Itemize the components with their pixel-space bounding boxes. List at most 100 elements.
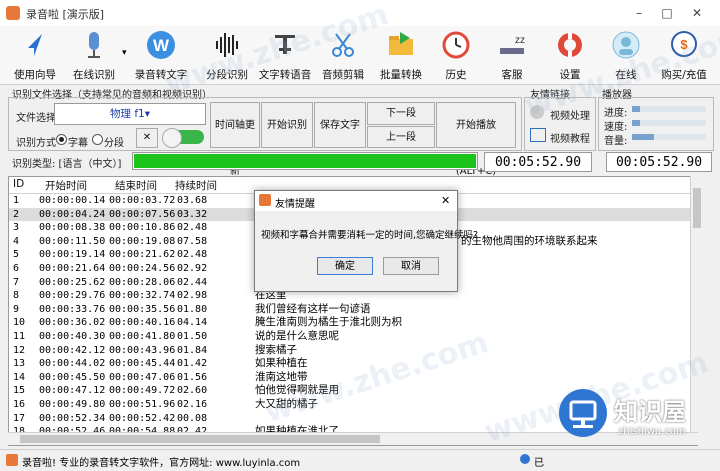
cell-text[interactable]: 说的是什么意思呢 bbox=[255, 330, 339, 344]
mode-subtitle-radio[interactable] bbox=[56, 134, 67, 145]
maximize-button[interactable]: □ bbox=[656, 4, 678, 22]
cell-id: 4 bbox=[13, 235, 20, 247]
volume-slider[interactable] bbox=[632, 134, 706, 140]
toolbar-guide-button[interactable]: 使用向导 bbox=[10, 30, 60, 82]
toolbar-speech-to-text-button[interactable]: W 录音转文字 bbox=[132, 30, 190, 82]
scroll-thumb[interactable] bbox=[20, 435, 380, 443]
toolbar-service-button[interactable]: zz 客服 bbox=[490, 30, 534, 82]
dialog-close-button[interactable]: ✕ bbox=[441, 194, 450, 207]
dialog-app-icon bbox=[259, 194, 271, 206]
cell-duration: 01.42 bbox=[177, 358, 208, 370]
cell-text[interactable]: 大又甜的橘子 bbox=[255, 398, 318, 412]
toolbar-purchase-button[interactable]: $ 购买/充值 bbox=[656, 30, 712, 82]
cell-end-time: 00:00:41.80 bbox=[109, 331, 176, 342]
video-tutorial-link[interactable]: 视频教程 bbox=[550, 130, 590, 145]
waveform-icon bbox=[216, 33, 238, 57]
cell-start-time: 00:00:19.14 bbox=[39, 249, 106, 261]
microphone-icon bbox=[88, 32, 100, 58]
cell-start-time: 00:00:42.12 bbox=[39, 344, 106, 356]
cell-duration: 01.84 bbox=[177, 344, 208, 356]
cell-text[interactable]: 怕他觉得啊就是用 bbox=[255, 384, 339, 398]
cell-end-time: 00:00:40.16 bbox=[109, 317, 176, 329]
toggle-switch[interactable] bbox=[162, 128, 204, 148]
tools-button[interactable]: ✕ bbox=[136, 128, 158, 148]
minimize-button[interactable]: – bbox=[628, 4, 650, 22]
toolbar-batch-convert-button[interactable]: 批量转换 bbox=[376, 30, 426, 82]
video-process-link[interactable]: 视频处理 bbox=[550, 107, 590, 122]
toolbar-label: 在线 bbox=[615, 69, 637, 81]
column-start-time: 开始时间 bbox=[45, 180, 87, 192]
dialog-title-bar: 友情提醒 ✕ bbox=[255, 191, 457, 212]
cell-id: 13 bbox=[13, 358, 26, 370]
dialog-message: 视频和字幕合并需要消耗一定的时间,您确定继续吗? bbox=[261, 230, 479, 241]
toolbar-online-recognition-button[interactable]: 在线识别 bbox=[66, 30, 122, 82]
mode-segment-label: 分段 bbox=[104, 138, 124, 149]
status-bar: 录音啦! 专业的录音转文字软件，官方网址: www.luyinla.com 已 bbox=[0, 449, 720, 471]
cell-duration: 03.32 bbox=[177, 208, 208, 220]
scroll-thumb[interactable] bbox=[693, 188, 701, 228]
toolbar-label: 在线识别 bbox=[73, 69, 115, 81]
confirm-dialog: 友情提醒 ✕ 视频和字幕合并需要消耗一定的时间,您确定继续吗? 确定 取消 bbox=[254, 190, 478, 292]
navigation-arrow-icon bbox=[28, 34, 42, 56]
cell-duration: 02.48 bbox=[177, 222, 208, 234]
cell-text[interactable]: 我们曾经有这样一句谚语 bbox=[255, 303, 371, 317]
cell-duration: 01.56 bbox=[177, 371, 208, 383]
cell-start-time: 00:00:45.50 bbox=[39, 371, 106, 383]
speed-slider[interactable] bbox=[632, 120, 706, 126]
cell-duration: 00.08 bbox=[177, 412, 208, 424]
mode-segment-radio[interactable] bbox=[92, 134, 103, 145]
next-segment-button[interactable]: 下一段 (ALT+X) bbox=[367, 102, 435, 141]
brand-overlay: 知识屋 zhishiwu.com bbox=[558, 382, 710, 452]
table-row[interactable]: 10 00:00:36.02 00:00:40.16 04.14 腌生淮南则为橘生于淮北… bbox=[9, 316, 695, 330]
cell-start-time: 00:00:29.76 bbox=[39, 290, 106, 302]
table-row[interactable]: 12 00:00:42.12 00:00:43.96 01.84 搜索橘子 bbox=[9, 344, 695, 358]
total-time-display: 00:05:52.90 bbox=[606, 152, 712, 172]
start-play-button[interactable]: 开始播放 (ALT+C) bbox=[436, 102, 516, 177]
cell-end-time: 00:00:24.56 bbox=[109, 263, 176, 274]
progress-slider[interactable] bbox=[632, 106, 706, 112]
dialog-cancel-button[interactable]: 取消 bbox=[383, 257, 439, 275]
cell-end-time: 00:00:03.72 bbox=[109, 195, 176, 206]
toolbar-settings-button[interactable]: 设置 bbox=[548, 30, 592, 82]
cell-text[interactable]: 淮南这地带 bbox=[255, 371, 308, 385]
dialog-ok-button[interactable]: 确定 bbox=[317, 257, 373, 275]
save-text-button[interactable]: 保存文字 bbox=[314, 102, 366, 148]
timeline-update-button[interactable]: 时间轴更新 bbox=[210, 102, 260, 177]
cell-duration: 07.58 bbox=[177, 235, 208, 247]
table-row[interactable]: 11 00:00:40.30 00:00:41.80 01.50 说的是什么意思呢 bbox=[9, 330, 695, 344]
svg-text:$: $ bbox=[680, 37, 688, 52]
toolbar-label: 音频剪辑 bbox=[322, 69, 364, 81]
toolbar-history-button[interactable]: 历史 bbox=[434, 30, 478, 82]
cell-duration: 03.68 bbox=[177, 195, 208, 206]
cell-text[interactable]: 腌生淮南则为橘生于淮北则为枳 bbox=[255, 316, 402, 330]
toolbar-text-to-speech-button[interactable]: 文字转语音 bbox=[258, 30, 312, 82]
progress-label: 进度: bbox=[604, 108, 628, 119]
cell-duration: 02.44 bbox=[177, 276, 208, 288]
w-logo-icon: W bbox=[147, 31, 175, 59]
cell-start-time: 00:00:04.24 bbox=[39, 208, 106, 220]
file-label: 文件选择 bbox=[16, 113, 56, 124]
cell-start-time: 00:00:21.64 bbox=[39, 263, 106, 274]
cell-end-time: 00:00:21.62 bbox=[109, 249, 176, 261]
toolbar-online-status-button[interactable]: 在线 bbox=[604, 30, 648, 82]
cell-text[interactable]: 如果种植在 bbox=[255, 357, 308, 371]
file-select-input[interactable]: 物理 f1▾ bbox=[54, 103, 206, 125]
cell-text[interactable]: 搜索橘子 bbox=[255, 344, 297, 358]
cell-end-time: 00:00:07.56 bbox=[109, 208, 176, 220]
dialog-title: 友情提醒 bbox=[275, 199, 315, 210]
cell-end-time: 00:00:28.06 bbox=[109, 276, 176, 288]
toolbar-audio-edit-button[interactable]: 音频剪辑 bbox=[318, 30, 368, 82]
prev-segment-button[interactable]: 上一段 (ALT+Z) bbox=[367, 126, 435, 164]
cell-id: 15 bbox=[13, 385, 26, 397]
start-recognition-button[interactable]: 开始识别 bbox=[261, 102, 313, 148]
dropdown-arrow-icon[interactable]: ▾ bbox=[122, 48, 127, 58]
cell-duration: 02.60 bbox=[177, 385, 208, 397]
cell-id: 12 bbox=[13, 344, 26, 356]
toolbar-segment-recognition-button[interactable]: 分段识别 bbox=[202, 30, 252, 82]
toolbar-label: 分段识别 bbox=[206, 69, 248, 81]
toolbar-label: 设置 bbox=[559, 69, 581, 81]
close-button[interactable]: ✕ bbox=[686, 4, 708, 22]
cell-end-time: 00:00:52.42 bbox=[109, 412, 176, 424]
table-row[interactable]: 9 00:00:33.76 00:00:35.56 01.80 我们曾经有这样一句谚语 bbox=[9, 303, 695, 317]
table-row[interactable]: 13 00:00:44.02 00:00:45.44 01.42 如果种植在 bbox=[9, 357, 695, 371]
